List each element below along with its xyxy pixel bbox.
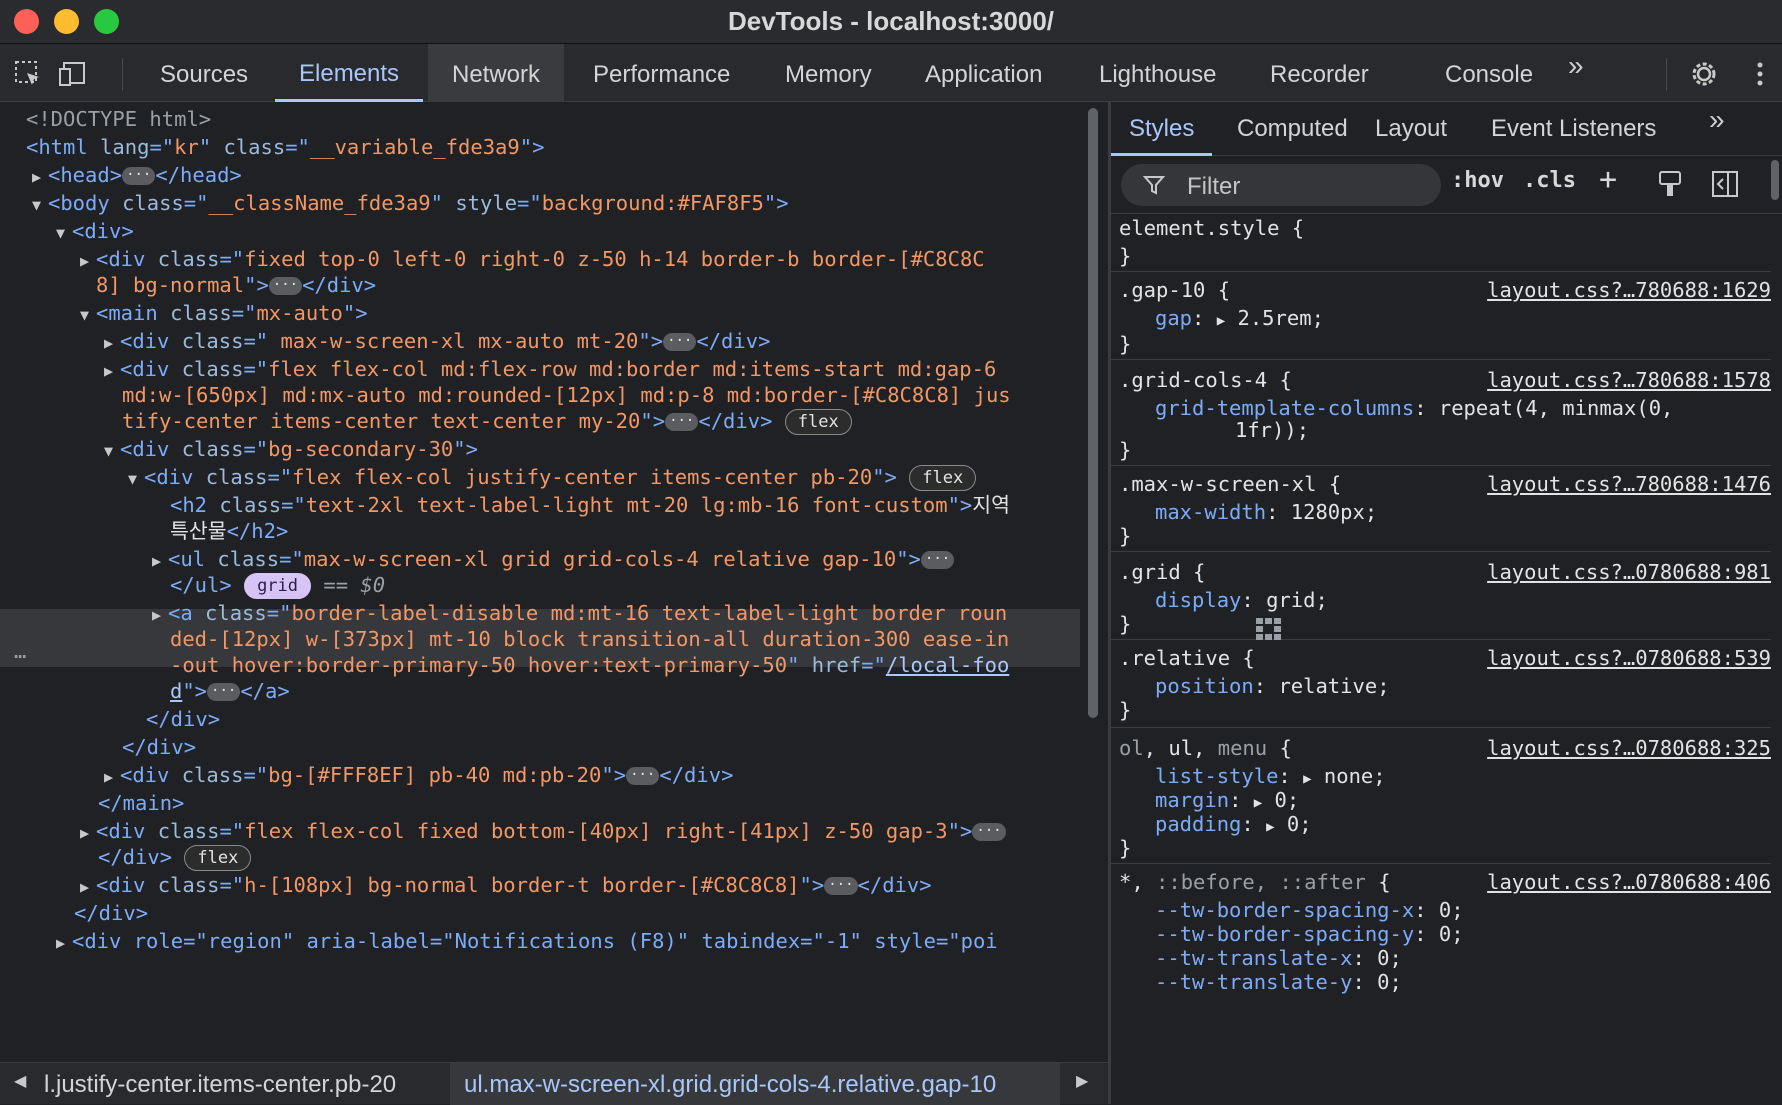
source-link[interactable]: layout.css?…780688:1629 [1487, 276, 1771, 304]
source-link[interactable]: layout.css?…0780688:406 [1487, 868, 1771, 896]
settings-gear-icon[interactable] [1688, 58, 1720, 90]
inspect-element-icon[interactable] [12, 58, 44, 90]
style-rule[interactable]: .max-w-screen-xl { layout.css?…780688:14… [1111, 466, 1771, 552]
tab-elements[interactable]: Elements [275, 44, 424, 102]
tab-sources[interactable]: Sources [136, 44, 272, 102]
color-format-icon[interactable] [1657, 170, 1683, 200]
styles-filter-input[interactable]: Filter [1121, 164, 1441, 206]
window-titlebar: DevTools - localhost:3000/ [0, 0, 1782, 44]
breadcrumb-item[interactable]: l.justify-center.items-center.pb-20 [44, 1071, 396, 1099]
styles-scrollbar[interactable] [1771, 160, 1779, 200]
toggle-cls-button[interactable]: .cls [1523, 168, 1576, 193]
footer-div-node[interactable]: ▶ <div class="h-[108px] bg-normal border-… [80, 870, 932, 900]
elements-tree[interactable]: … <!DOCTYPE html> <html lang="kr" class=… [0, 102, 1080, 1062]
toggle-hov-button[interactable]: :hov [1451, 168, 1504, 193]
source-link[interactable]: layout.css?…0780688:325 [1487, 734, 1771, 762]
more-tabs-icon[interactable]: » [1568, 50, 1584, 82]
tab-application[interactable]: Application [901, 44, 1066, 102]
window-title: DevTools - localhost:3000/ [727, 6, 1055, 36]
h2-node[interactable]: <h2 class="text-2xl text-label-light mt-… [170, 490, 1010, 520]
style-rule[interactable]: .relative { layout.css?…0780688:539 posi… [1111, 640, 1771, 728]
tab-computed[interactable]: Computed [1219, 102, 1366, 156]
devtools-toolbar: Sources Elements Network Performance Mem… [0, 44, 1782, 102]
filter-placeholder: Filter [1187, 173, 1241, 200]
breadcrumb-scroll-left-icon[interactable]: ◀ [14, 1071, 26, 1091]
styles-filter-row: Filter :hov .cls + [1111, 156, 1782, 214]
tab-performance[interactable]: Performance [569, 44, 754, 102]
tab-styles[interactable]: Styles [1111, 102, 1213, 156]
tab-network[interactable]: Network [428, 44, 565, 102]
breadcrumb: ◀ l.justify-center.items-center.pb-20 ul… [0, 1062, 1108, 1105]
flex-badge[interactable]: flex [184, 845, 252, 871]
device-toolbar-icon[interactable] [58, 58, 90, 90]
flex-col-div-node[interactable]: ▼ <div class="flex flex-col justify-cente… [128, 462, 977, 492]
flex-badge[interactable]: flex [909, 465, 977, 491]
style-rule[interactable]: .grid-cols-4 { layout.css?…780688:1578 g… [1111, 360, 1771, 466]
source-link[interactable]: layout.css?…0780688:981 [1487, 558, 1771, 586]
styles-pane: Styles Computed Layout Event Listeners »… [1111, 102, 1782, 1104]
region-div-node[interactable]: ▶ <div role="region" aria-label="Notifica… [56, 926, 998, 956]
elements-scroll-thumb[interactable] [1088, 108, 1098, 718]
source-link[interactable]: layout.css?…0780688:539 [1487, 644, 1771, 672]
html-node[interactable]: <html lang="kr" class="__variable_fde3a9… [26, 132, 544, 162]
tab-layout[interactable]: Layout [1357, 102, 1465, 156]
tab-console[interactable]: Console [1421, 44, 1557, 102]
main-node[interactable]: ▼ <main class="mx-auto"> [80, 298, 368, 328]
bg-secondary-div-node[interactable]: ▼ <div class="bg-secondary-30"> [104, 434, 478, 464]
filter-icon [1143, 176, 1165, 195]
div-node[interactable]: ▼ <div> [56, 216, 134, 246]
toggle-sidebar-icon[interactable] [1711, 170, 1739, 198]
grid-badge[interactable]: grid [244, 573, 312, 599]
tab-lighthouse[interactable]: Lighthouse [1075, 44, 1240, 102]
maxw-div-node[interactable]: ▶ <div class=" max-w-screen-xl mx-auto mt… [104, 326, 770, 356]
tab-recorder[interactable]: Recorder [1246, 44, 1393, 102]
tab-event-listeners[interactable]: Event Listeners [1473, 102, 1674, 156]
more-options-icon[interactable] [1744, 58, 1776, 90]
body-node[interactable]: ▼ <body class="__className_fde3a9" style=… [32, 188, 789, 218]
style-rule[interactable]: element.style { } [1111, 214, 1771, 272]
style-rule[interactable]: .grid { layout.css?…0780688:981 display:… [1111, 552, 1771, 640]
breadcrumb-item-active[interactable]: ul.max-w-screen-xl.grid.grid-cols-4.rela… [464, 1071, 996, 1099]
node-ellipsis-icon[interactable]: … [14, 636, 26, 666]
breadcrumb-scroll-right-icon[interactable]: ▶ [1076, 1071, 1088, 1091]
doctype-node[interactable]: <!DOCTYPE html> [26, 104, 211, 134]
flex-badge[interactable]: flex [784, 409, 852, 435]
more-sidebar-tabs-icon[interactable]: » [1709, 104, 1725, 136]
style-rule[interactable]: *, ::before, ::after { layout.css?…07806… [1111, 864, 1771, 1024]
sidebar-tabs: Styles Computed Layout Event Listeners » [1111, 102, 1782, 156]
tab-memory[interactable]: Memory [761, 44, 896, 102]
href-link[interactable]: /local-foo [886, 653, 1009, 677]
source-link[interactable]: layout.css?…780688:1578 [1487, 366, 1771, 394]
style-rule[interactable]: ol, ul, menu { layout.css?…0780688:325 l… [1111, 728, 1771, 864]
bg-fff-div-node[interactable]: ▶ <div class="bg-[#FFF8EF] pb-40 md:pb-20… [104, 760, 733, 790]
head-node[interactable]: ▶ <head> ··· </head> [32, 160, 242, 190]
new-style-rule-icon[interactable]: + [1599, 162, 1617, 197]
grid-editor-icon[interactable] [1254, 616, 1284, 642]
source-link[interactable]: layout.css?…780688:1476 [1487, 470, 1771, 498]
style-rule[interactable]: .gap-10 { layout.css?…780688:1629 gap: ▶… [1111, 272, 1771, 360]
